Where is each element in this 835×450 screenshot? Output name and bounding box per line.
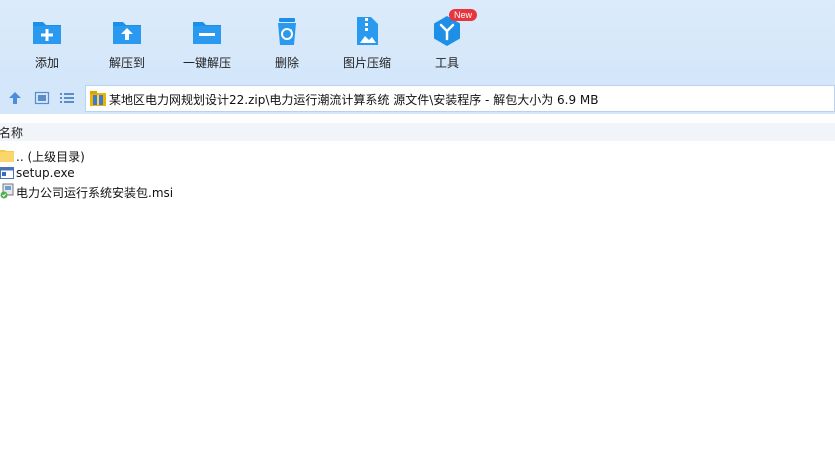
column-name-label: 名称 [0, 126, 24, 140]
list-item-name: setup.exe [16, 166, 75, 180]
delete-icon [270, 14, 304, 48]
extract-to-label: 解压到 [108, 56, 145, 70]
view-details-icon[interactable] [34, 90, 50, 106]
folder-icon [0, 147, 14, 163]
delete-button[interactable]: 删除 [251, 14, 323, 70]
list-item-name: .. (上级目录) [16, 150, 85, 164]
up-arrow-icon[interactable] [7, 90, 23, 106]
view-list-icon[interactable] [59, 90, 75, 106]
list-item-setup-exe[interactable]: setup.exe [0, 164, 835, 182]
archive-icon [90, 91, 106, 106]
list-item-name: 电力公司运行系统安装包.msi [16, 186, 174, 200]
image-compress-label: 图片压缩 [342, 56, 391, 70]
delete-label: 删除 [274, 56, 299, 70]
path-text: 某地区电力网规划设计22.zip\电力运行潮流计算系统 源文件\安装程序 - 解… [109, 93, 599, 107]
list-item-msi[interactable]: 电力公司运行系统安装包.msi [0, 182, 835, 200]
image-compress-icon [350, 14, 384, 48]
column-header-name[interactable]: 名称 [0, 123, 835, 141]
path-field[interactable]: 某地区电力网规划设计22.zip\电力运行潮流计算系统 源文件\安装程序 - 解… [85, 85, 835, 112]
exe-icon [0, 165, 14, 181]
extract-to-icon [110, 14, 144, 48]
extract-to-button[interactable]: 解压到 [91, 14, 163, 70]
one-click-extract-button[interactable]: 一键解压 [171, 14, 243, 70]
msi-icon [0, 183, 14, 199]
one-click-extract-icon [190, 14, 224, 48]
tools-label: 工具 [434, 56, 459, 70]
tools-button[interactable]: 工具 [411, 14, 483, 70]
add-icon [30, 14, 64, 48]
add-button[interactable]: 添加 [11, 14, 83, 70]
one-click-extract-label: 一键解压 [182, 56, 231, 70]
add-label: 添加 [34, 56, 59, 70]
new-badge: New [449, 9, 478, 21]
list-item-parent-dir[interactable]: .. (上级目录) [0, 146, 835, 164]
image-compress-button[interactable]: 图片压缩 [331, 14, 403, 70]
